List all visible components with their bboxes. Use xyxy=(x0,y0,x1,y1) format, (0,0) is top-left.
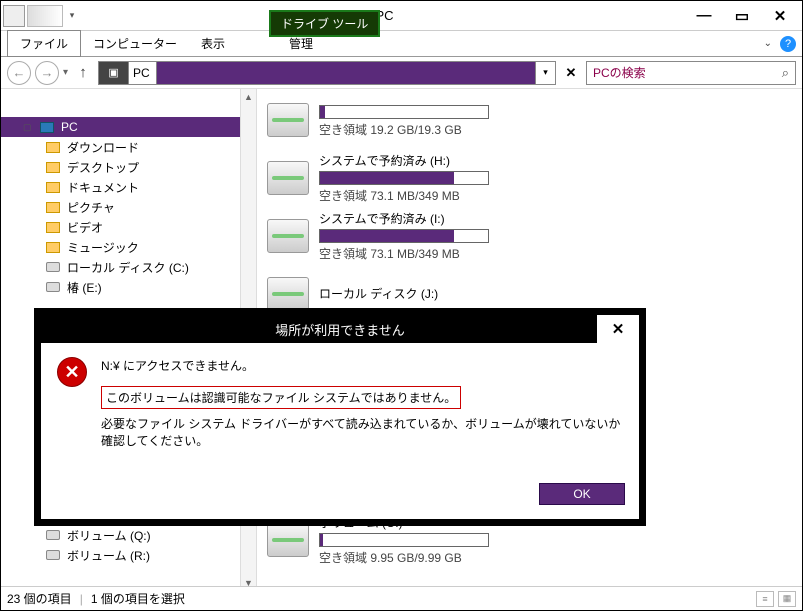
pc-icon xyxy=(40,122,54,133)
tree-node-pc[interactable]: ▢ PC xyxy=(1,117,256,137)
nav-forward-button[interactable]: → xyxy=(35,61,59,85)
address-segment-pc[interactable]: PC xyxy=(129,62,157,84)
folder-icon xyxy=(46,142,60,153)
folder-icon xyxy=(46,182,60,193)
tree-expand-icon[interactable]: ▢ xyxy=(23,122,33,133)
ok-button[interactable]: OK xyxy=(539,483,625,505)
drive-icon xyxy=(46,550,60,560)
drive-free-space: 空き領域 73.1 MB/349 MB xyxy=(319,245,792,262)
folder-icon xyxy=(46,242,60,253)
nav-history-dropdown[interactable]: ▾ xyxy=(63,67,68,78)
error-icon: ✕ xyxy=(57,357,87,387)
ribbon-tab-computer[interactable]: コンピューター xyxy=(81,31,189,56)
dialog-message-line2: このボリュームは認識可能なファイル システムではありません。 xyxy=(101,386,461,409)
ribbon-tab-manage[interactable]: 管理 xyxy=(277,31,325,56)
tree-node-videos[interactable]: ビデオ xyxy=(1,217,256,237)
drive-free-space: 空き領域 73.1 MB/349 MB xyxy=(319,187,792,204)
view-tiles-button[interactable]: ▦ xyxy=(778,591,796,607)
search-icon: ⌕ xyxy=(782,65,789,81)
ribbon-collapse-icon[interactable]: ⌄ xyxy=(764,38,772,49)
tree-node-drive-q[interactable]: ボリューム (Q:) xyxy=(1,525,256,545)
drive-icon xyxy=(267,103,309,137)
view-details-button[interactable]: ≡ xyxy=(756,591,774,607)
drive-free-space: 空き領域 19.2 GB/19.3 GB xyxy=(319,121,792,138)
drive-icon xyxy=(267,161,309,195)
folder-icon xyxy=(46,162,60,173)
minimize-button[interactable]: — xyxy=(690,7,718,25)
drive-icon xyxy=(267,277,309,311)
qat-properties-icon[interactable] xyxy=(27,5,63,27)
drive-item[interactable]: 空き領域 19.2 GB/19.3 GB xyxy=(267,93,792,147)
drive-free-space: 空き領域 9.95 GB/9.99 GB xyxy=(319,549,792,566)
tree-node-pictures[interactable]: ピクチャ xyxy=(1,197,256,217)
folder-icon xyxy=(46,202,60,213)
maximize-button[interactable]: ▭ xyxy=(728,7,756,25)
drive-icon xyxy=(267,523,309,557)
tree-label: PC xyxy=(61,120,78,134)
drive-icon xyxy=(267,219,309,253)
scroll-up-icon[interactable]: ▲ xyxy=(241,89,256,105)
drive-icon xyxy=(46,530,60,540)
address-dropdown[interactable]: ▾ xyxy=(535,62,555,84)
tree-node-drive-r[interactable]: ボリューム (R:) xyxy=(1,545,256,565)
nav-up-button[interactable]: ↑ xyxy=(72,62,94,84)
tree-node-desktop[interactable]: デスクトップ xyxy=(1,157,256,177)
ribbon-file-tab[interactable]: ファイル xyxy=(7,30,81,57)
address-pc-icon[interactable]: ▣ xyxy=(99,62,129,84)
dialog-title: 場所が利用できません xyxy=(275,320,405,339)
drive-name: ローカル ディスク (J:) xyxy=(319,285,792,302)
ribbon-tab-view[interactable]: 表示 xyxy=(189,31,237,56)
tree-node-documents[interactable]: ドキュメント xyxy=(1,177,256,197)
status-selected-count: 1 個の項目を選択 xyxy=(91,590,185,607)
help-button[interactable]: ? xyxy=(780,36,796,52)
status-item-count: 23 個の項目 xyxy=(7,590,72,607)
tree-node-downloads[interactable]: ダウンロード xyxy=(1,137,256,157)
drive-name: システムで予約済み (H:) xyxy=(319,152,792,169)
search-placeholder: PCの検索 xyxy=(593,64,646,81)
close-button[interactable]: ✕ xyxy=(766,7,794,25)
dialog-message-line1: N:¥ にアクセスできません。 xyxy=(101,357,623,374)
status-bar: 23 個の項目 | 1 個の項目を選択 ≡ ▦ xyxy=(1,586,802,610)
tree-node-drive-e[interactable]: 椿 (E:) xyxy=(1,277,256,297)
error-dialog: 場所が利用できません ✕ ✕ N:¥ にアクセスできません。 このボリュームは認… xyxy=(35,309,645,525)
tree-node-music[interactable]: ミュージック xyxy=(1,237,256,257)
dialog-message-line3: 必要なファイル システム ドライバーがすべて読み込まれているか、ボリュームが壊れ… xyxy=(101,415,623,449)
qat-dropdown[interactable]: ▾ xyxy=(65,5,79,27)
address-selection[interactable] xyxy=(157,62,535,84)
folder-icon xyxy=(46,222,60,233)
dialog-close-button[interactable]: ✕ xyxy=(597,315,639,343)
drive-item[interactable]: システムで予約済み (I:) 空き領域 73.1 MB/349 MB xyxy=(267,209,792,263)
address-bar[interactable]: ▣ PC ▾ xyxy=(98,61,556,85)
drive-item[interactable]: システムで予約済み (H:) 空き領域 73.1 MB/349 MB xyxy=(267,151,792,205)
search-input[interactable]: PCの検索 ⌕ xyxy=(586,61,796,85)
drive-name: システムで予約済み (I:) xyxy=(319,210,792,227)
system-menu-icon[interactable] xyxy=(3,5,25,27)
drive-icon xyxy=(46,262,60,272)
drive-icon xyxy=(46,282,60,292)
tree-node-drive-c[interactable]: ローカル ディスク (C:) xyxy=(1,257,256,277)
address-refresh-clear[interactable]: ✕ xyxy=(560,65,582,81)
nav-back-button[interactable]: ← xyxy=(7,61,31,85)
